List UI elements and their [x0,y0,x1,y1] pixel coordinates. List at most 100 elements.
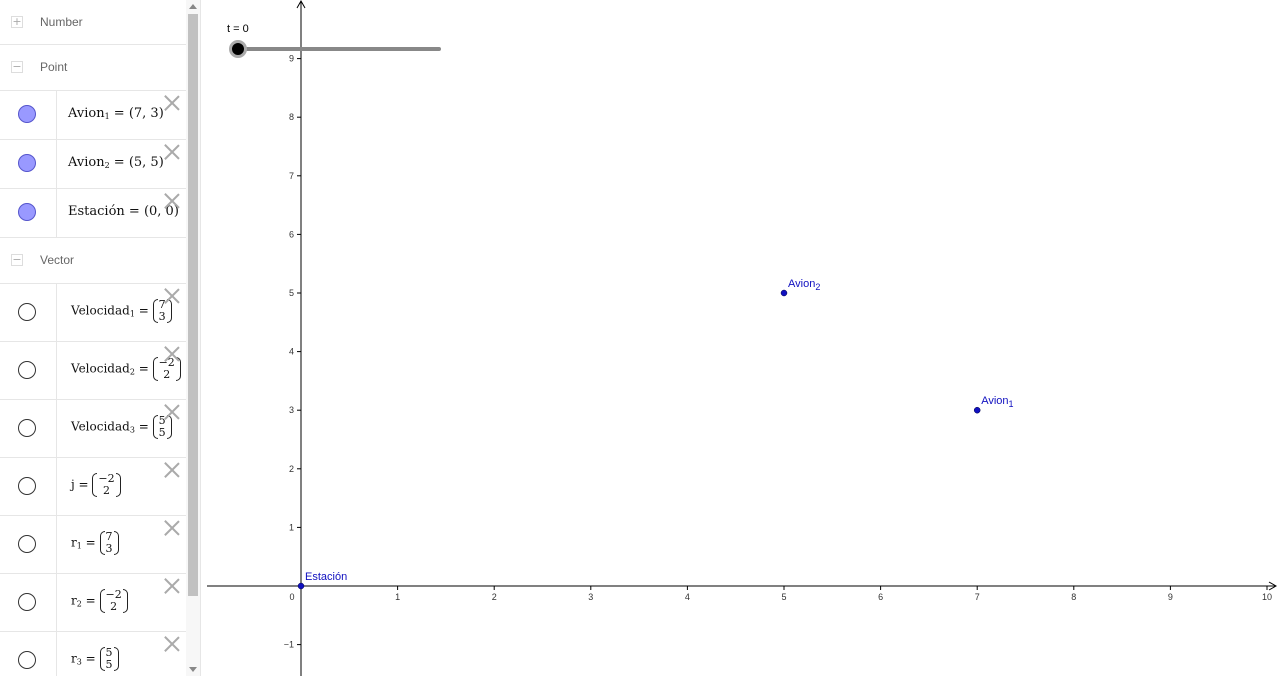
delete-icon[interactable] [164,95,180,111]
point-marker[interactable] [780,289,788,297]
equals-sign: = [134,303,153,318]
visibility-marker[interactable] [0,400,57,457]
vector-visibility-toggle[interactable] [18,651,36,669]
graphics-view[interactable]: 0 1 2 3 4 5 6 7 8 9 10987654321−1Avion2Avion1Estac… [207,0,1280,676]
algebra-item-vector[interactable]: Velocidad3 = 55 [0,400,186,458]
delete-icon[interactable] [164,520,180,536]
visibility-marker[interactable] [0,140,57,188]
vector-visibility-toggle[interactable] [18,361,36,379]
category-number[interactable]: + Number [0,0,186,45]
vector-y-component: 3 [105,542,113,555]
delete-icon[interactable] [164,578,180,594]
algebra-item-vector[interactable]: r2 = −2 2 [0,574,186,632]
visibility-marker[interactable] [0,284,57,341]
category-point[interactable]: − Point [0,45,186,91]
equals-sign: = [81,593,100,608]
vector-definition[interactable]: Velocidad1 = 73 [71,299,172,323]
y-tick-label: 8 [289,112,294,122]
vector-definition[interactable]: j = −2 2 [71,473,121,497]
vector-y-component: 5 [105,658,113,671]
visibility-marker[interactable] [0,342,57,399]
algebra-item-estacion[interactable]: Estación = (0, 0) [0,189,186,238]
point-definition[interactable]: Avion2 = (5, 5) [68,155,164,170]
point-label-subscript: 1 [1009,399,1014,409]
visibility-marker[interactable] [0,458,57,515]
vector-visibility-toggle[interactable] [18,593,36,611]
scroll-up-icon[interactable] [189,4,197,9]
delete-icon[interactable] [164,144,180,160]
point-label-name: Avion [788,278,815,290]
slider-label: t = 0 [227,23,249,35]
category-label: Vector [40,253,75,267]
point-marker[interactable] [973,406,981,414]
algebra-item-avion2[interactable]: Avion2 = (5, 5) [0,140,186,189]
x-tick-label: 5 [781,592,786,602]
delete-icon[interactable] [164,193,180,209]
point-subscript: 1 [104,112,110,121]
point-definition[interactable]: Estación = (0, 0) [68,204,179,219]
collapse-icon[interactable]: − [11,61,23,73]
visibility-marker[interactable] [0,91,57,139]
slider-track[interactable] [238,47,441,51]
vector-definition[interactable]: r2 = −2 2 [71,589,128,613]
vector-components: 73 [99,531,119,555]
algebra-view: + Number − Point Avion1 = (7, 3) Avion2 … [0,0,201,676]
vector-definition[interactable]: r1 = 73 [71,531,119,555]
point-label: Estación [305,571,347,583]
y-tick-label: 6 [289,229,294,239]
vector-name: Velocidad [71,303,130,318]
vector-components: −2 2 [92,473,121,497]
algebra-item-vector[interactable]: j = −2 2 [0,458,186,516]
vector-definition[interactable]: r3 = 55 [71,647,119,671]
equals-sign: = [134,419,153,434]
slider-knob[interactable] [229,40,247,58]
x-tick-label: 10 [1262,592,1272,602]
point-name: Estación [68,204,125,219]
scroll-down-icon[interactable] [189,667,197,672]
algebra-item-vector[interactable]: Velocidad1 = 73 [0,284,186,342]
y-tick-label: 7 [289,171,294,181]
vector-components: 55 [99,647,119,671]
category-label: Point [40,60,68,74]
point-subscript: 2 [104,161,110,170]
category-vector[interactable]: − Vector [0,238,186,284]
algebra-item-vector[interactable]: r3 = 55 [0,632,186,676]
x-tick-label: 1 [395,592,400,602]
point-definition[interactable]: Avion1 = (7, 3) [68,106,164,121]
scrollbar-thumb[interactable] [188,14,198,596]
vector-y-component: 5 [158,426,166,439]
point-visibility-toggle[interactable] [18,105,36,123]
vector-visibility-toggle[interactable] [18,303,36,321]
visibility-marker[interactable] [0,574,57,631]
point-value: = (5, 5) [113,155,164,170]
algebra-item-vector[interactable]: Velocidad2 = −2 2 [0,342,186,400]
delete-icon[interactable] [164,462,180,478]
algebra-item-vector[interactable]: r1 = 73 [0,516,186,574]
vector-y-component: 2 [103,484,111,497]
y-tick-label: −1 [284,640,294,650]
y-tick-label: 5 [289,288,294,298]
x-tick-label: 2 [492,592,497,602]
visibility-marker[interactable] [0,632,57,676]
visibility-marker[interactable] [0,189,57,237]
delete-icon[interactable] [164,288,180,304]
delete-icon[interactable] [164,404,180,420]
algebra-scrollbar[interactable] [186,0,200,676]
delete-icon[interactable] [164,636,180,652]
point-marker[interactable] [297,582,305,590]
delete-icon[interactable] [164,346,180,362]
vector-y-component: 2 [110,600,118,613]
collapse-icon[interactable]: − [11,254,23,266]
algebra-item-avion1[interactable]: Avion1 = (7, 3) [0,91,186,140]
vector-list: Velocidad1 = 7 3 Velocidad2 = −2 2 Velocidad… [0,284,186,676]
y-tick-label: 4 [289,347,294,357]
vector-definition[interactable]: Velocidad3 = 55 [71,415,172,439]
vector-visibility-toggle[interactable] [18,477,36,495]
vector-visibility-toggle[interactable] [18,419,36,437]
y-tick-label: 1 [289,522,294,532]
point-visibility-toggle[interactable] [18,154,36,172]
visibility-marker[interactable] [0,516,57,573]
expand-icon[interactable]: + [11,16,23,28]
point-visibility-toggle[interactable] [18,203,36,221]
vector-visibility-toggle[interactable] [18,535,36,553]
